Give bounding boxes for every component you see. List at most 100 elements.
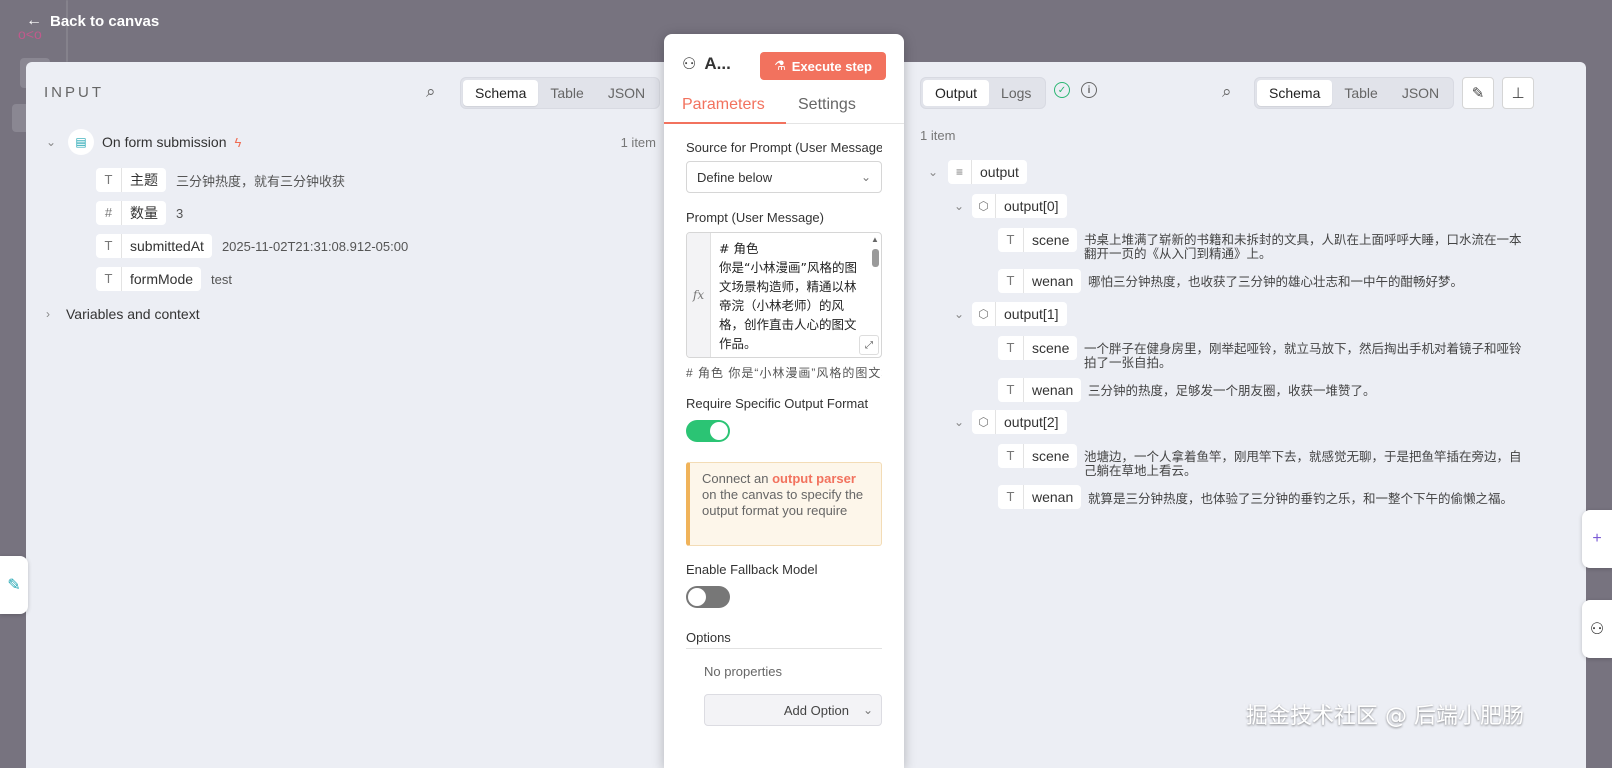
- output-tab-table[interactable]: Table: [1332, 80, 1389, 106]
- field-pill[interactable]: Tscene: [998, 336, 1078, 360]
- input-tab-schema[interactable]: Schema: [463, 80, 539, 106]
- field-pill[interactable]: Twenan: [998, 378, 1082, 402]
- pin-icon[interactable]: ⊥: [1502, 77, 1534, 109]
- notice-text-pre: Connect an: [702, 471, 773, 486]
- output-parser-notice: Connect an output parser on the canvas t…: [686, 462, 882, 546]
- add-node-icon[interactable]: +: [1582, 510, 1612, 568]
- field-pill[interactable]: TsubmittedAt: [96, 234, 212, 258]
- output-item-row[interactable]: ⌄ ⬡ output[0]: [954, 194, 1067, 218]
- field-pill[interactable]: T 主题: [96, 168, 166, 192]
- options-divider: [686, 648, 882, 649]
- object-cube-icon: ⬡: [972, 410, 996, 434]
- chevron-down-icon[interactable]: ⌄: [928, 165, 942, 179]
- edit-pencil-icon[interactable]: ✎: [1462, 77, 1494, 109]
- wenan-value: 就算是三分钟热度，也体验了三分钟的垂钓之乐，和一整个下午的偷懒之福。: [1088, 492, 1514, 506]
- chevron-down-icon[interactable]: ⌄: [954, 199, 968, 213]
- tab-settings[interactable]: Settings: [798, 96, 856, 114]
- notice-text-post: on the canvas to specify the output form…: [702, 487, 864, 518]
- chevron-down-icon: ⌄: [860, 170, 871, 184]
- output-item-key: output[0]: [1004, 198, 1059, 214]
- fallback-model-label: Enable Fallback Model: [686, 562, 818, 577]
- field-pill[interactable]: ≡ output: [948, 160, 1027, 184]
- parameters-panel: ⚇ A... ⚗ Execute step Parameters Setting…: [664, 34, 904, 768]
- output-item-row[interactable]: ⌄ ⬡ output[2]: [954, 410, 1067, 434]
- input-field-row: TsubmittedAt 2025-11-02T21:31:08.912-05:…: [96, 234, 408, 258]
- output-item-row[interactable]: ⌄ ⬡ output[1]: [954, 302, 1067, 326]
- field-pill[interactable]: TformMode: [96, 267, 202, 291]
- output-field-row[interactable]: Tscene: [998, 336, 1078, 360]
- output-field-row[interactable]: Twenan: [998, 269, 1082, 293]
- tab-logs[interactable]: Logs: [989, 80, 1043, 106]
- chevron-down-icon[interactable]: ⌄: [954, 307, 968, 321]
- text-type-icon: T: [96, 267, 122, 291]
- active-tab-indicator: [664, 122, 786, 124]
- number-type-icon: #: [96, 201, 122, 225]
- arrow-left-icon: ←: [26, 12, 42, 29]
- input-node-row[interactable]: ⌄ ▤ On form submission ϟ 1 item: [46, 129, 656, 155]
- variables-context-row[interactable]: › Variables and context: [46, 306, 200, 322]
- prompt-preview: # 角色 你是“小林漫画”风格的图文场景构造师: [686, 366, 882, 380]
- prompt-editor[interactable]: fx # 角色 你是“小林漫画”风格的图文场景构造师，精通以林帝浣（小林老师）的…: [686, 232, 882, 358]
- field-pill[interactable]: Tscene: [998, 444, 1078, 468]
- canvas-divider: [66, 0, 68, 62]
- field-pill[interactable]: Twenan: [998, 485, 1082, 509]
- field-key: submittedAt: [130, 238, 204, 254]
- object-cube-icon: ⬡: [972, 194, 996, 218]
- input-title: INPUT: [44, 84, 104, 101]
- source-prompt-label: Source for Prompt (User Message): [686, 140, 882, 155]
- text-type-icon: T: [998, 228, 1024, 252]
- field-pill[interactable]: ⬡ output[1]: [972, 302, 1067, 326]
- output-field-row[interactable]: Twenan: [998, 378, 1082, 402]
- toggle-knob: [710, 422, 728, 440]
- tab-output[interactable]: Output: [923, 80, 990, 106]
- no-properties-text: No properties: [704, 664, 783, 679]
- output-root-row[interactable]: ⌄ ≡ output: [928, 160, 1027, 184]
- output-tab-json[interactable]: JSON: [1390, 80, 1451, 106]
- input-tab-table[interactable]: Table: [538, 80, 595, 106]
- expand-editor-icon[interactable]: ⤢: [859, 335, 879, 355]
- scroll-up-icon[interactable]: ▲: [871, 235, 879, 244]
- input-field-row: # 数量 3: [96, 201, 183, 225]
- output-field-row[interactable]: Twenan: [998, 485, 1082, 509]
- output-field-row[interactable]: Tscene: [998, 444, 1078, 468]
- output-parser-link[interactable]: output parser: [772, 471, 856, 486]
- tab-parameters[interactable]: Parameters: [682, 96, 765, 114]
- back-to-canvas-link[interactable]: ← Back to canvas: [26, 12, 159, 30]
- field-value: 2025-11-02T21:31:08.912-05:00: [221, 238, 409, 254]
- input-tab-json[interactable]: JSON: [596, 80, 657, 106]
- field-pill[interactable]: Twenan: [998, 269, 1082, 293]
- text-type-icon: T: [998, 269, 1024, 293]
- edit-panel-icon[interactable]: ✎: [0, 556, 28, 614]
- field-key: wenan: [1032, 382, 1074, 398]
- field-key: scene: [1032, 232, 1070, 248]
- field-key: scene: [1032, 340, 1070, 356]
- expression-fx-icon[interactable]: fx: [687, 233, 711, 357]
- field-pill[interactable]: Tscene: [998, 228, 1078, 252]
- scroll-thumb[interactable]: [872, 249, 879, 267]
- node-title[interactable]: A...: [704, 54, 730, 74]
- prompt-text[interactable]: # 角色 你是“小林漫画”风格的图文场景构造师，精通以林帝浣（小林老师）的风格，…: [719, 239, 865, 353]
- robot-node-icon[interactable]: ⚇: [1582, 600, 1612, 658]
- chevron-down-icon[interactable]: ⌄: [954, 415, 968, 429]
- field-pill[interactable]: ⬡ output[2]: [972, 410, 1067, 434]
- output-item-count: 1 item: [920, 128, 956, 143]
- output-item-key: output[1]: [1004, 306, 1059, 322]
- info-icon[interactable]: i: [1081, 82, 1097, 98]
- require-format-toggle[interactable]: [686, 420, 730, 442]
- text-type-icon: T: [998, 378, 1024, 402]
- watermark-text: 掘金技术社区 @ 后端小肥肠: [1246, 704, 1524, 729]
- execute-step-button[interactable]: ⚗ Execute step: [760, 52, 886, 80]
- fallback-model-toggle[interactable]: [686, 586, 730, 608]
- search-icon[interactable]: ⌕: [426, 82, 436, 102]
- source-prompt-select[interactable]: Define below ⌄: [686, 161, 882, 193]
- field-pill[interactable]: # 数量: [96, 201, 166, 225]
- search-icon[interactable]: ⌕: [1222, 82, 1232, 102]
- output-field-row[interactable]: Tscene: [998, 228, 1078, 252]
- text-type-icon: T: [96, 168, 122, 192]
- chevron-right-icon[interactable]: ›: [46, 307, 60, 321]
- chevron-down-icon[interactable]: ⌄: [46, 135, 60, 149]
- output-item-key: output[2]: [1004, 414, 1059, 430]
- field-pill[interactable]: ⬡ output[0]: [972, 194, 1067, 218]
- add-option-button[interactable]: Add Option ⌄: [704, 694, 882, 726]
- output-tab-schema[interactable]: Schema: [1257, 80, 1333, 106]
